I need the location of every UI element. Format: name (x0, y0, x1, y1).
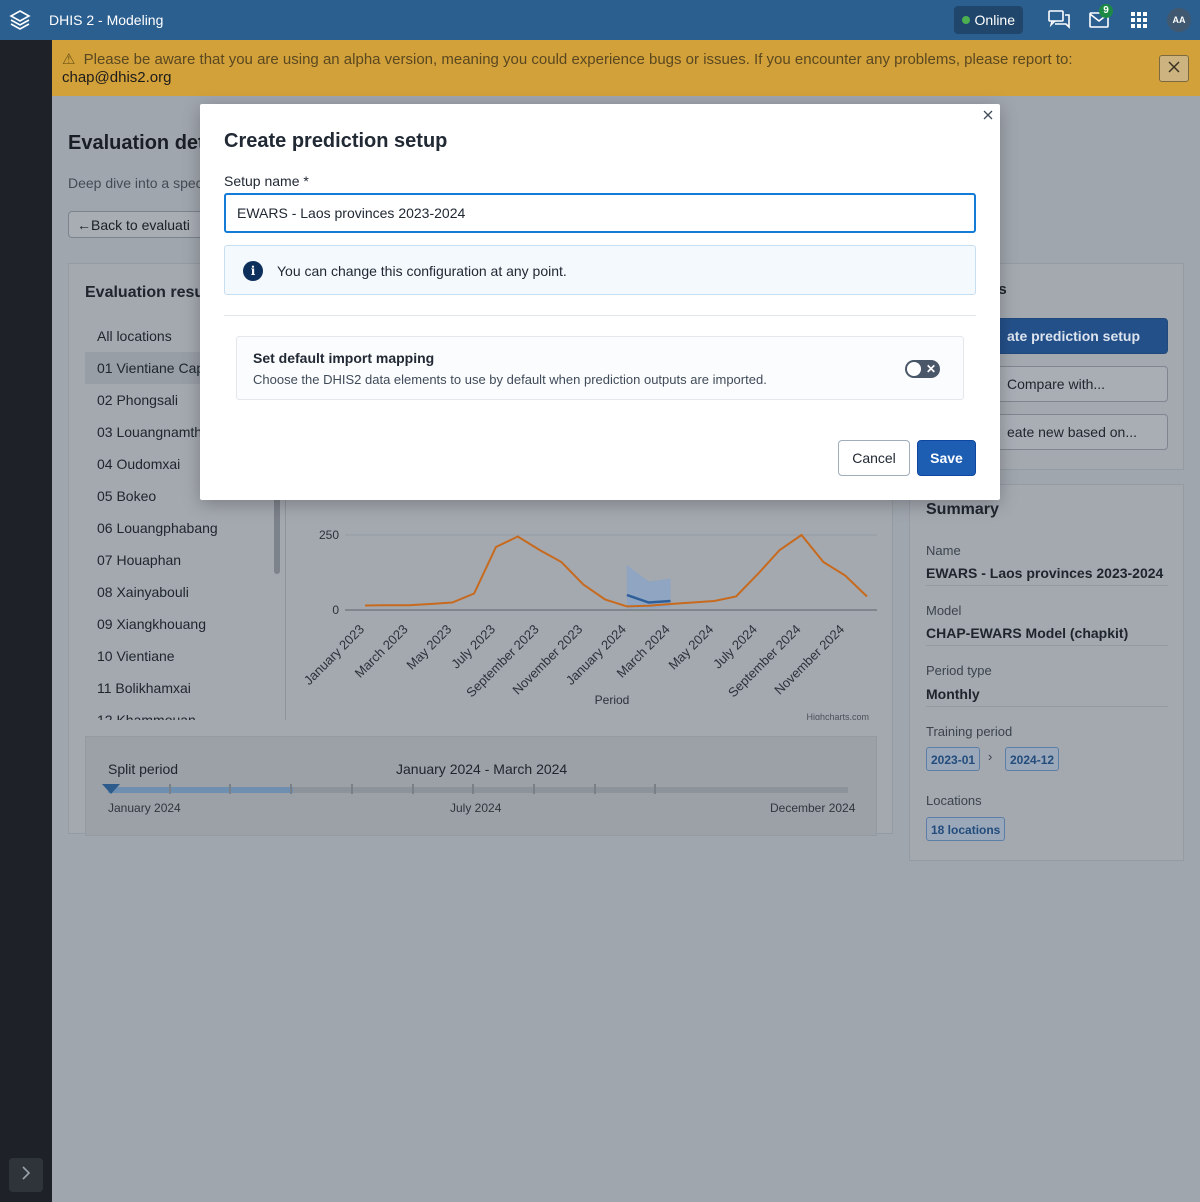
save-button[interactable]: Save (917, 440, 976, 476)
close-icon (1168, 60, 1180, 78)
split-period-box: Split period January 2024 - March 2024 J… (85, 736, 877, 836)
locations-chip[interactable]: 18 locations (926, 817, 1006, 841)
modal-divider (224, 315, 976, 316)
slider-tick (290, 784, 293, 794)
x-tick-label: May 2024 (665, 622, 716, 673)
split-period-label: Split period (108, 761, 179, 777)
page-subtitle: Deep dive into a spec (68, 175, 203, 191)
summary-panel: Summary Name EWARS - Laos provinces 2023… (909, 484, 1184, 861)
evaluation-results-title: Evaluation resul (85, 284, 209, 301)
summary-model-value: CHAP-EWARS Model (chapkit) (926, 625, 1168, 646)
import-mapping-card: Set default import mapping Choose the DH… (236, 336, 964, 400)
app-header: DHIS 2 - Modeling Online 9 AA (0, 0, 1200, 40)
back-button-label: Back to evaluati (91, 217, 190, 233)
online-status-text: Online (974, 12, 1015, 28)
y-tick-label: 250 (319, 528, 339, 542)
warning-icon: ⚠ (62, 51, 76, 68)
location-list-item[interactable]: 12 Khammouan (85, 704, 285, 720)
close-icon (983, 107, 993, 125)
training-start-chip: 2023-01 (926, 747, 981, 771)
split-period-range: January 2024 - March 2024 (396, 761, 568, 777)
back-button[interactable]: ←Back to evaluati (68, 211, 218, 238)
modal-close-button[interactable] (980, 108, 996, 124)
user-avatar[interactable]: AA (1167, 8, 1191, 32)
split-period-slider[interactable] (102, 784, 848, 794)
slider-fill (108, 787, 293, 793)
split-mid-label: July 2024 (450, 801, 502, 815)
slider-tick (532, 784, 535, 794)
left-sidebar (0, 40, 52, 1202)
slider-tick (472, 784, 475, 794)
info-notice: i You can change this configuration at a… (224, 245, 976, 295)
alert-close-button[interactable] (1159, 55, 1189, 82)
split-start-label: January 2024 (108, 801, 181, 815)
location-list-item[interactable]: 11 Bolikhamxai (85, 672, 285, 704)
x-tick-label: May 2023 (403, 622, 454, 673)
cancel-button[interactable]: Cancel (838, 440, 910, 476)
setup-name-input[interactable] (224, 193, 976, 233)
summary-period-type-label: Period type (926, 663, 992, 678)
mapping-title: Set default import mapping (253, 350, 435, 366)
page-title: Evaluation det (68, 132, 205, 154)
slider-tick (168, 784, 171, 794)
summary-title: Summary (926, 501, 999, 518)
x-tick-label: January 2023 (301, 622, 367, 688)
location-list-item[interactable]: 09 Xiangkhouang (85, 608, 285, 640)
slider-tick (229, 784, 232, 794)
location-list-item[interactable]: 10 Vientiane (85, 640, 285, 672)
training-end-chip: 2024-12 (1005, 747, 1060, 771)
location-list-item[interactable]: 08 Xainyabouli (85, 576, 285, 608)
messages-icon[interactable]: 9 (1079, 0, 1119, 40)
summary-training-label: Training period (926, 724, 1013, 739)
info-text: You can change this configuration at any… (277, 263, 567, 279)
chevron-right-icon: › (988, 749, 993, 764)
info-icon: i (243, 261, 263, 281)
setup-name-label: Setup name * (224, 173, 309, 189)
dhis2-logo-icon[interactable] (0, 0, 40, 40)
mapping-description: Choose the DHIS2 data elements to use by… (253, 372, 767, 387)
slider-tick (654, 784, 657, 794)
chevron-right-icon (21, 1165, 31, 1185)
slider-tick (350, 784, 353, 794)
alert-text: Please be aware that you are using an al… (83, 51, 1073, 68)
toggle-knob (907, 362, 921, 376)
slider-handle[interactable] (102, 784, 120, 794)
interpretations-icon[interactable] (1039, 0, 1079, 40)
summary-name-label: Name (926, 543, 961, 558)
summary-period-type-value: Monthly (926, 686, 1168, 707)
location-list-item[interactable]: 07 Houaphan (85, 544, 285, 576)
arrow-left-icon: ← (77, 217, 91, 233)
modal-title: Create prediction setup (224, 130, 448, 152)
split-end-label: December 2024 (770, 801, 856, 815)
x-axis-title: Period (595, 693, 630, 707)
online-status-badge: Online (953, 6, 1023, 34)
import-mapping-toggle[interactable]: ✕ (905, 360, 940, 378)
location-list-item[interactable]: 06 Louangphabang (85, 512, 285, 544)
highcharts-credit: Highcharts.com (806, 712, 869, 720)
location-list-scrollbar[interactable] (274, 494, 280, 574)
slider-tick (411, 784, 414, 794)
sidebar-expand-button[interactable] (9, 1158, 43, 1192)
apps-grid-icon[interactable] (1119, 0, 1159, 40)
summary-model-label: Model (926, 603, 962, 618)
evaluation-chart: 2500January 2023March 2023May 2023July 2… (301, 528, 877, 720)
app-title: DHIS 2 - Modeling (49, 12, 164, 28)
summary-name-value: EWARS - Laos provinces 2023-2024 (926, 565, 1168, 586)
messages-count-badge: 9 (1099, 4, 1113, 18)
summary-locations-label: Locations (926, 793, 982, 808)
create-prediction-setup-modal: Create prediction setup Setup name * i Y… (200, 104, 1000, 500)
alpha-warning-banner: ⚠ Please be aware that you are using an … (52, 40, 1200, 96)
y-tick-label: 0 (332, 603, 339, 617)
actual-cases-line (364, 533, 868, 608)
alert-email[interactable]: chap@dhis2.org (62, 69, 171, 86)
online-dot-icon (961, 16, 970, 24)
toggle-off-icon: ✕ (925, 362, 936, 376)
slider-tick (593, 784, 596, 794)
